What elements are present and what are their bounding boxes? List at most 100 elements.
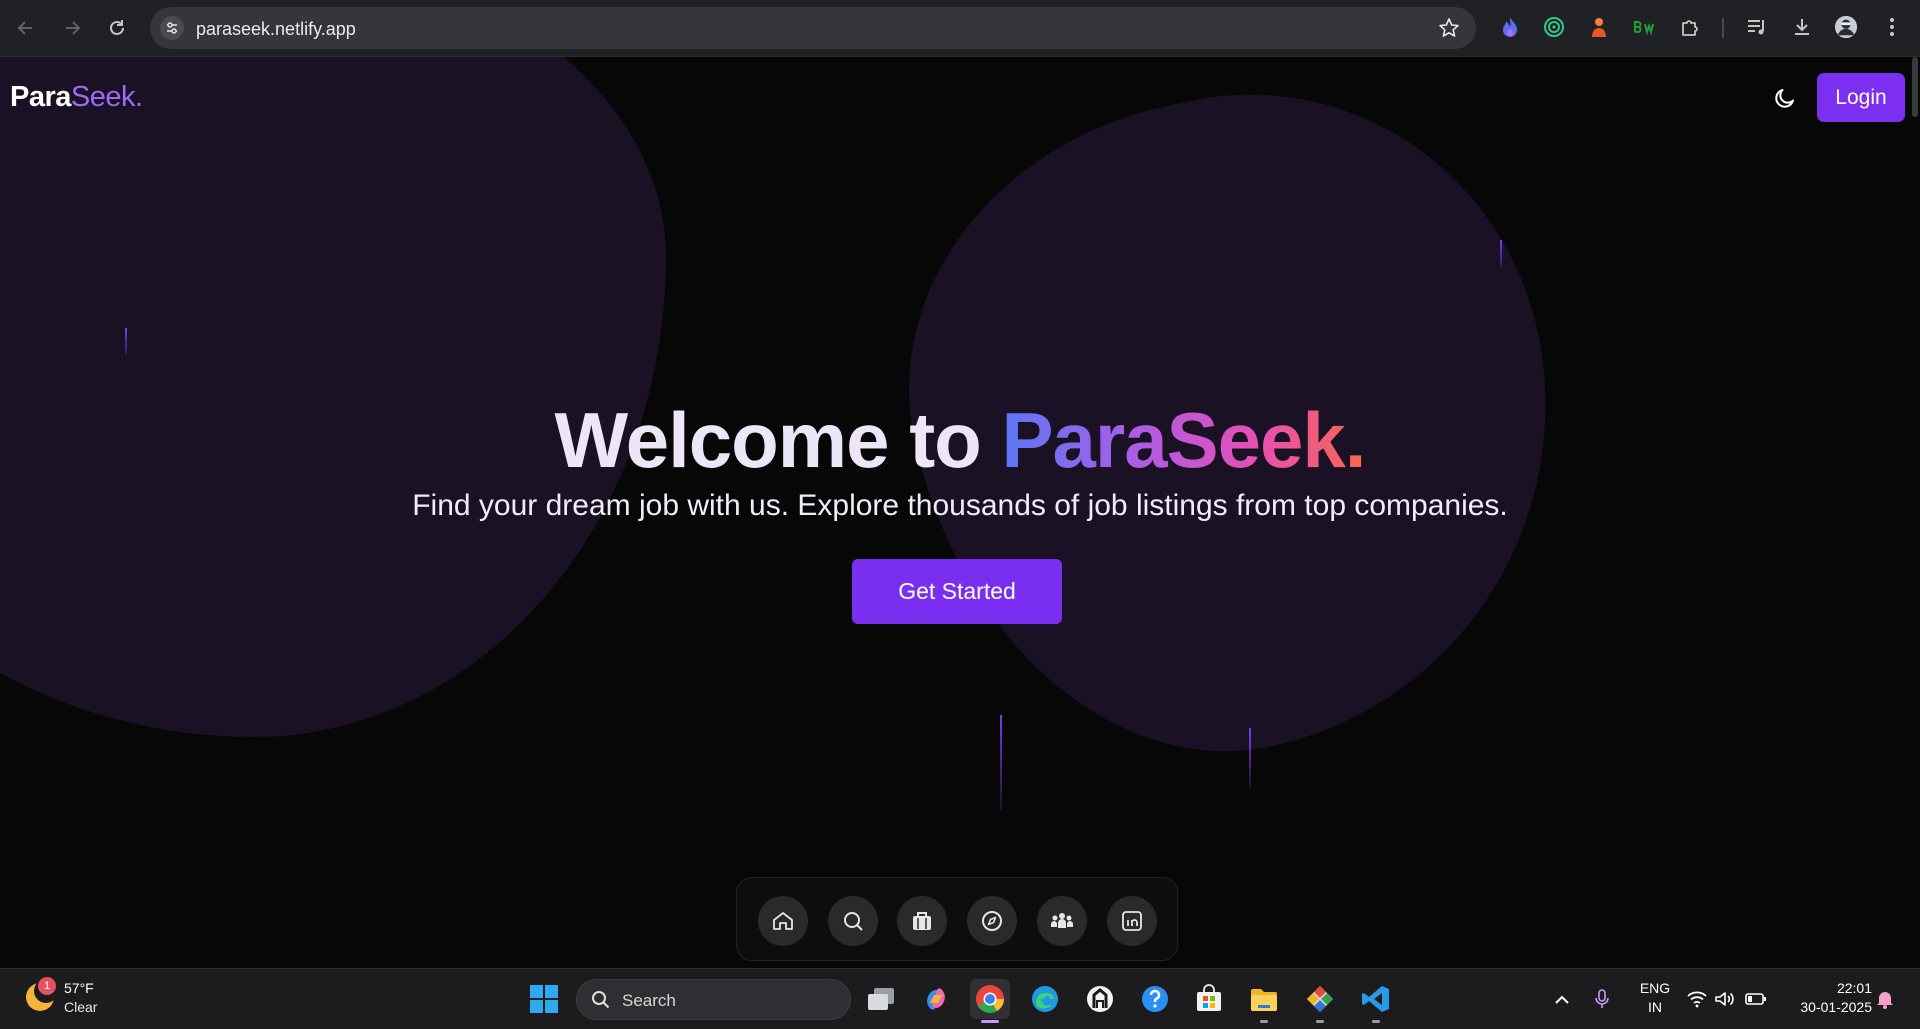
briefcase-icon [913,912,931,930]
media-control-icon[interactable] [1745,15,1769,39]
get-help-app[interactable] [1135,979,1175,1019]
extension-flame-icon[interactable] [1498,15,1522,39]
windows-icon [530,985,558,1013]
dock-search-button[interactable] [828,896,878,946]
copilot-icon [927,988,945,1010]
hero-subtitle: Find your dream job with us. Explore tho… [412,489,1508,522]
wifi-status[interactable] [1683,985,1711,1013]
bell-icon [1877,992,1893,1009]
microphone-icon [1595,989,1609,1008]
task-view-icon [868,988,894,1010]
browser-toolbar: paraseek.netlify.app [0,0,1920,57]
dock-jobs-button[interactable] [897,896,947,946]
weather-temp: 57°F [64,980,94,996]
dock-explore-button[interactable] [967,896,1017,946]
speaker-icon [1715,992,1734,1006]
people-icon [1051,913,1073,928]
falling-streak [1500,240,1502,268]
falling-streak [1000,715,1002,810]
copilot-app[interactable] [916,979,956,1019]
running-indicator [1372,1020,1380,1023]
running-indicator [1316,1020,1324,1023]
falling-streak [1249,728,1251,788]
brand-main: Para [10,81,71,113]
file-explorer-app[interactable] [1244,979,1284,1023]
brand-logo[interactable]: ParaSeek. [10,81,143,114]
edge-app[interactable] [1025,979,1065,1019]
start-button[interactable] [524,979,564,1019]
search-icon [844,912,863,931]
notifications-button[interactable] [1871,985,1899,1013]
download-icon[interactable] [1790,15,1814,39]
running-indicator [1260,1020,1268,1023]
launcher-app[interactable] [1080,979,1120,1019]
login-button[interactable]: Login [1817,73,1905,122]
extensions-puzzle-icon[interactable] [1678,15,1702,39]
wifi-icon [1687,991,1707,1008]
language-indicator[interactable]: ENG IN [1634,979,1676,1017]
tray-overflow-button[interactable] [1548,985,1576,1013]
theme-toggle-button[interactable] [1770,83,1800,113]
reload-icon [110,20,124,35]
compass-icon [982,911,1002,931]
edge-icon [1032,986,1058,1012]
search-icon [592,991,610,1009]
weather-widget[interactable]: 1 57°F Clear [22,977,132,1021]
microphone-button[interactable] [1588,985,1616,1013]
profile-avatar-icon[interactable] [1834,15,1858,39]
chrome-icon [976,985,1004,1013]
forward-button[interactable] [56,12,88,44]
extension-target-icon[interactable] [1542,15,1566,39]
get-started-button[interactable]: Get Started [852,559,1062,624]
hero-title-brand: ParaSeek. [1001,396,1367,484]
git-app[interactable] [1300,979,1340,1023]
brand-accent: Seek. [70,81,143,113]
task-view-button[interactable] [861,979,901,1019]
git-icon [1307,986,1333,1012]
dock-linkedin-button[interactable] [1107,896,1157,946]
clock-time: 22:01 [1836,980,1872,996]
region-code: IN [1648,999,1662,1015]
arrow-right-icon [66,21,81,35]
page-scrollbar[interactable] [1912,57,1918,117]
launcher-icon [1087,986,1113,1012]
reload-button[interactable] [101,12,133,44]
bookmark-star-icon[interactable] [1438,17,1460,44]
landing-page: ParaSeek. Login Welcome to ParaSeek. Fin… [0,57,1920,968]
battery-status[interactable] [1742,985,1770,1013]
site-info-icon[interactable] [160,16,184,40]
home-icon [773,912,793,930]
dock-home-button[interactable] [758,896,808,946]
taskbar-search[interactable]: Search [576,979,851,1020]
taskbar-search-label: Search [622,991,676,1010]
extension-bw-icon[interactable] [1633,15,1657,39]
arrow-left-icon [17,21,32,35]
folder-icon [1251,989,1277,1011]
language-code: ENG [1639,980,1671,996]
falling-streak [125,328,127,355]
system-clock[interactable]: 22:01 30-01-2025 [1776,979,1872,1017]
weather-badge: 1 [38,977,56,995]
bottom-dock [736,877,1178,961]
os-taskbar: 1 57°F Clear Search ENG IN 22:01 30-01-2… [0,968,1920,1029]
back-button[interactable] [10,12,42,44]
extension-person-icon[interactable] [1587,15,1611,39]
address-bar[interactable]: paraseek.netlify.app [150,7,1476,49]
battery-icon [1745,993,1766,1005]
url-text[interactable]: paraseek.netlify.app [196,19,356,40]
running-indicator [981,1020,999,1023]
clock-date: 30-01-2025 [1800,999,1872,1015]
store-icon [1197,984,1221,1011]
moon-icon [1775,89,1794,108]
browser-menu-icon[interactable] [1880,15,1904,39]
hero-title-prefix: Welcome to [554,396,1002,484]
store-app[interactable] [1189,979,1229,1019]
linkedin-icon [1122,911,1142,931]
vscode-app[interactable] [1356,979,1396,1023]
vscode-icon [1362,986,1389,1012]
weather-condition: Clear [64,999,98,1015]
volume-status[interactable] [1711,985,1739,1013]
dock-community-button[interactable] [1037,896,1087,946]
chrome-app[interactable] [970,979,1010,1023]
chevron-up-icon [1555,995,1569,1004]
